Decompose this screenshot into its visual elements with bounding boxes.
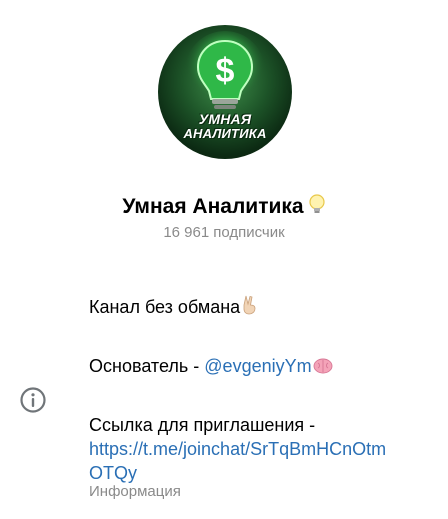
channel-avatar[interactable]: $ УМНАЯ АНАЛИТИКА <box>158 25 292 159</box>
founder-label: Основатель - <box>89 356 200 376</box>
svg-text:$: $ <box>216 52 235 90</box>
victory-hand-icon <box>241 295 259 321</box>
description-text: Канал без обмана <box>89 297 241 317</box>
info-section-label: Информация <box>89 483 181 500</box>
subscriber-number: 16 961 <box>163 224 210 241</box>
avatar-text-line2: АНАЛИТИКА <box>183 126 267 141</box>
subscriber-count: 16 961 подписчик <box>0 223 448 243</box>
brain-icon <box>313 356 333 380</box>
description-line-founder: Основатель - @evgeniyYm <box>89 354 439 380</box>
founder-link[interactable]: @evgeniyYm <box>204 356 311 376</box>
subscriber-label: подписчик <box>213 224 285 241</box>
invite-label: Ссылка для приглашения - <box>89 415 316 435</box>
channel-title-text: Умная Аналитика <box>122 195 304 218</box>
channel-description: Канал без обмана Основатель - @evgeniyYm… <box>89 295 439 485</box>
avatar-text-line1: УМНАЯ <box>198 111 252 127</box>
lightbulb-icon <box>308 194 326 224</box>
invite-link-line-1[interactable]: https://t.me/joinchat/SrTqBmHCnOtm <box>89 437 439 461</box>
channel-title: Умная Аналитика <box>0 193 448 224</box>
info-icon <box>19 386 47 414</box>
description-line-1: Канал без обмана <box>89 295 439 321</box>
